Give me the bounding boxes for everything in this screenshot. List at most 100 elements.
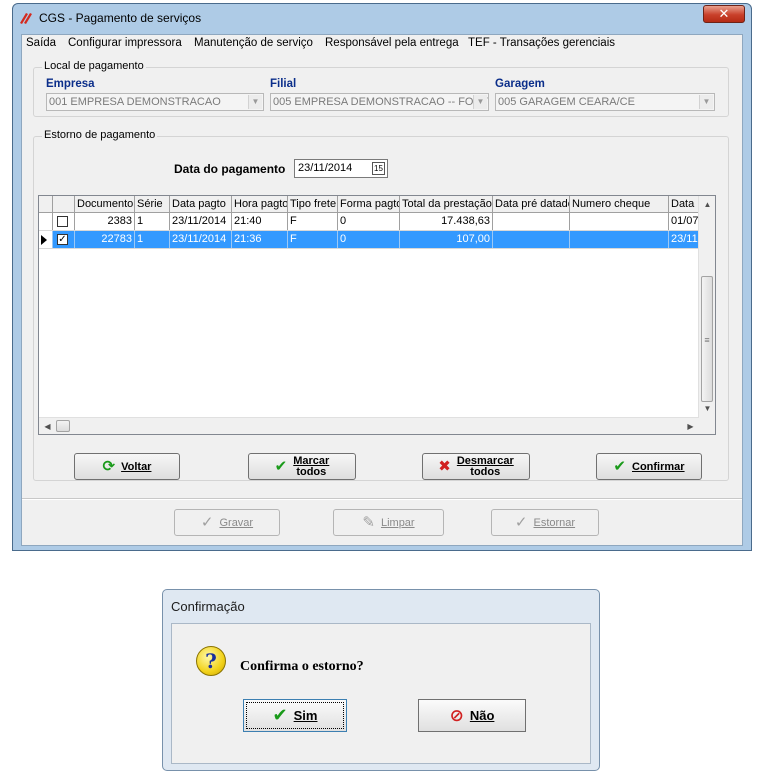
vertical-scroll-thumb[interactable]: ≡: [701, 276, 713, 402]
cell-data: 23/11: [671, 233, 698, 245]
grid-header-cell[interactable]: Total da prestação: [400, 196, 493, 212]
grid-header-cell[interactable]: Documento: [75, 196, 135, 212]
scroll-up-icon[interactable]: ▲: [699, 196, 715, 213]
window-client-area: Saída Configurar impressora Manutenção d…: [21, 34, 743, 546]
horizontal-scroll-thumb[interactable]: [56, 420, 70, 432]
dialog-title: Confirmação: [171, 599, 245, 614]
filial-label: Filial: [270, 78, 297, 90]
menu-responsavel-entrega[interactable]: Responsável pela entrega: [325, 37, 459, 49]
cell-forma-pagto: 0: [338, 213, 400, 230]
grid-header-cell[interactable]: Forma pagto: [338, 196, 400, 212]
limpar-label: Limpar: [380, 516, 415, 529]
nao-button[interactable]: ⊘ Não: [418, 699, 526, 732]
grid-header-cell[interactable]: Tipo frete: [288, 196, 338, 212]
grid-header-cell[interactable]: Data pré datado: [493, 196, 570, 212]
payments-grid[interactable]: Documento Série Data pagto Hora pagto Ti…: [38, 195, 716, 435]
footer-separator: [22, 498, 742, 500]
grid-header-cell[interactable]: Data pagto: [170, 196, 232, 212]
row-checkbox-cell[interactable]: ✓: [53, 231, 75, 248]
dialog-client-area: ? Confirma o estorno? ✔ Sim ⊘ Não: [171, 623, 591, 764]
gravar-button[interactable]: ✓ Gravar: [174, 509, 280, 536]
sim-label: Sim: [293, 708, 318, 723]
confirmar-button[interactable]: ✔ Confirmar: [596, 453, 702, 480]
grid-header-cell[interactable]: Numero cheque: [570, 196, 669, 212]
calendar-icon[interactable]: 15: [372, 162, 385, 175]
marcar-label-line1: Marcar: [293, 454, 330, 467]
filial-value: 005 EMPRESA DEMONSTRACAO -- FORT: [273, 96, 488, 108]
grid-vertical-scrollbar[interactable]: ▲ ≡ ▼: [698, 196, 715, 417]
gravar-label: Gravar: [219, 516, 254, 529]
checkmark-icon: ✔: [613, 458, 626, 475]
cell-tipo-frete: F: [288, 213, 338, 230]
title-bar[interactable]: CGS - Pagamento de serviços ✕: [13, 4, 751, 32]
desmarcar-label-line2: todos: [470, 465, 501, 478]
close-icon: ✕: [718, 6, 730, 21]
cell-serie: 1: [135, 213, 170, 230]
x-icon: ✖: [438, 458, 451, 475]
app-logo-icon: [20, 13, 32, 24]
menu-configurar-impressora[interactable]: Configurar impressora: [68, 37, 182, 49]
cell-documento: 22783: [75, 231, 135, 248]
chevron-down-icon[interactable]: ▼: [473, 95, 487, 109]
limpar-button[interactable]: ✎ Limpar: [333, 509, 444, 536]
cell-data-pagto: 23/11/2014: [170, 231, 232, 248]
table-row[interactable]: 2383 1 23/11/2014 21:40 F 0 17.438,63 01…: [39, 213, 699, 231]
dialog-message: Confirma o estorno?: [240, 659, 364, 674]
grid-header-cell[interactable]: Hora pagto: [232, 196, 288, 212]
desmarcar-label-line1: Desmarcar: [456, 454, 514, 467]
window-title: CGS - Pagamento de serviços: [39, 11, 202, 25]
confirmar-label: Confirmar: [632, 460, 685, 473]
confirm-dialog: Confirmação ? Confirma o estorno? ✔ Sim …: [162, 589, 600, 771]
desmarcar-todos-button[interactable]: ✖ Desmarcar todos: [422, 453, 530, 480]
data-pagamento-field[interactable]: 23/11/2014 15: [294, 159, 388, 178]
menu-tef-transacoes[interactable]: TEF - Transações gerenciais: [468, 37, 615, 49]
marcar-label-line2: todos: [296, 465, 327, 478]
grid-header-indicator: [39, 196, 53, 212]
data-pagamento-label: Data do pagamento: [174, 162, 286, 176]
empresa-label: Empresa: [46, 78, 95, 90]
voltar-label: Voltar: [121, 460, 152, 473]
scroll-left-icon[interactable]: ◀: [39, 418, 56, 434]
scroll-corner: [699, 417, 715, 434]
cell-tipo-frete: F: [288, 231, 338, 248]
garagem-value: 005 GARAGEM CEARA/CE: [498, 96, 635, 108]
table-row-selected[interactable]: ✓ 22783 1 23/11/2014 21:36 F 0 107,00 23…: [39, 231, 699, 249]
estorno-pagamento-legend: Estorno de pagamento: [42, 129, 158, 141]
grid-header-cell[interactable]: Data: [669, 196, 699, 212]
cell-pre-datado: [493, 213, 570, 230]
chevron-down-icon[interactable]: ▼: [699, 95, 713, 109]
grid-header-cell[interactable]: Série: [135, 196, 170, 212]
cell-pre-datado: [493, 231, 570, 248]
local-pagamento-group: Local de pagamento Empresa 001 EMPRESA D…: [33, 60, 729, 117]
cell-hora-pagto: 21:40: [232, 213, 288, 230]
chevron-down-icon[interactable]: ▼: [248, 95, 262, 109]
cell-forma-pagto: 0: [338, 231, 400, 248]
estornar-button[interactable]: ✓ Estornar: [491, 509, 599, 536]
question-icon: ?: [196, 646, 226, 676]
menu-bar: Saída Configurar impressora Manutenção d…: [22, 35, 742, 53]
empresa-value: 001 EMPRESA DEMONSTRACAO: [49, 96, 221, 108]
checkmark-icon: ✔: [274, 458, 288, 475]
estornar-label: Estornar: [533, 516, 576, 529]
refresh-icon: ⟳: [102, 458, 116, 475]
row-checkbox[interactable]: ✓: [57, 234, 68, 245]
data-pagamento-value: 23/11/2014: [298, 162, 353, 174]
scroll-down-icon[interactable]: ▼: [699, 400, 715, 417]
voltar-button[interactable]: ⟳ Voltar: [74, 453, 180, 480]
close-button[interactable]: ✕: [703, 5, 745, 23]
cell-data: 01/07: [671, 215, 699, 227]
sim-button[interactable]: ✔ Sim: [243, 699, 347, 732]
cell-hora-pagto: 21:36: [232, 231, 288, 248]
eraser-icon: ✎: [362, 514, 375, 531]
empresa-select[interactable]: 001 EMPRESA DEMONSTRACAO ▼: [46, 93, 264, 111]
scroll-right-icon[interactable]: ▶: [682, 418, 699, 434]
garagem-select[interactable]: 005 GARAGEM CEARA/CE ▼: [495, 93, 715, 111]
filial-select[interactable]: 005 EMPRESA DEMONSTRACAO -- FORT ▼: [270, 93, 489, 111]
grid-horizontal-scrollbar[interactable]: ◀ ▶: [39, 417, 699, 434]
menu-manutencao-servico[interactable]: Manutenção de serviço: [194, 37, 313, 49]
menu-saida[interactable]: Saída: [26, 37, 56, 49]
row-checkbox[interactable]: [57, 216, 68, 227]
cell-serie: 1: [135, 231, 170, 248]
row-checkbox-cell[interactable]: [53, 213, 75, 230]
marcar-todos-button[interactable]: ✔ Marcar todos: [248, 453, 356, 480]
